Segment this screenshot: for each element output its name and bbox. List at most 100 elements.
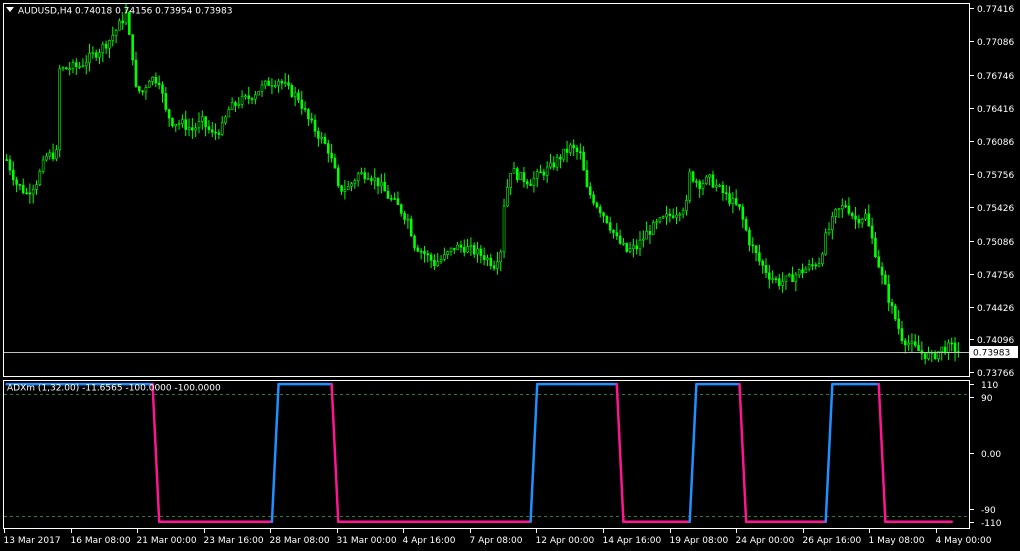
candle-body — [38, 171, 42, 185]
candle-body — [850, 213, 854, 217]
candle-body — [207, 126, 211, 131]
candle-body — [880, 266, 884, 276]
price-tick-label: 0.75426 — [977, 204, 1014, 214]
candle-body — [582, 151, 585, 171]
candle-body — [897, 318, 900, 329]
adx-segment — [615, 382, 625, 523]
adx-lines-group — [5, 382, 953, 523]
candle-body — [648, 231, 652, 235]
candle-body — [854, 215, 857, 220]
candle-body — [41, 159, 45, 172]
candle-body — [214, 131, 217, 134]
candle-body — [453, 247, 456, 250]
candle-body — [230, 102, 234, 110]
candle-body — [340, 185, 343, 192]
candle-body — [28, 192, 32, 195]
candle-body — [535, 171, 539, 179]
candle-body — [608, 222, 612, 231]
chart-canvas: 0.73983 AUDUSD,H4 0.74018 0.74156 0.7395… — [3, 3, 1018, 546]
candle-body — [184, 119, 188, 130]
candle-body — [419, 250, 423, 253]
candle-body — [867, 213, 871, 227]
candle-body — [171, 117, 174, 127]
indicator-tick-label: -90 — [981, 506, 996, 516]
candle-body — [297, 92, 300, 101]
candle-body — [194, 127, 197, 131]
adx-segment — [877, 382, 887, 523]
candle-body — [210, 129, 214, 133]
time-axis: 13 Mar 2017 16 Mar 08:00 21 Mar 00:00 23 Ma… — [4, 529, 992, 546]
candle-body — [575, 147, 579, 152]
candle-body — [751, 244, 755, 247]
candle-body — [661, 216, 665, 219]
candle-body — [522, 172, 526, 182]
candle-body — [900, 328, 904, 341]
candle-body — [519, 172, 522, 180]
candle-body — [724, 192, 728, 195]
time-tick-label: 4 Apr 16:00 — [403, 536, 456, 546]
time-tick-label: 24 Apr 00:00 — [736, 536, 795, 546]
candle-body — [499, 251, 503, 263]
candle-body — [549, 162, 552, 168]
candle-body — [48, 152, 52, 157]
time-tick-label: 4 May 00:00 — [936, 536, 992, 546]
candle-body — [373, 177, 377, 181]
price-tick-label: 0.74426 — [977, 304, 1014, 314]
candle-body — [814, 264, 818, 267]
triangle-down-icon[interactable] — [6, 7, 14, 12]
candle-body — [890, 302, 894, 307]
candle-body — [164, 93, 168, 110]
candle-body — [250, 98, 254, 100]
indicator-tick-label: 110 — [981, 381, 998, 391]
candle-body — [532, 177, 536, 186]
candle-body — [602, 212, 605, 217]
candle-body — [539, 171, 542, 174]
candle-body — [8, 159, 12, 171]
candle-body — [423, 250, 426, 255]
candle-body — [870, 225, 874, 239]
candle-body — [293, 92, 297, 97]
candle-body — [741, 206, 745, 220]
candle-body — [45, 155, 48, 161]
candle-body — [429, 254, 433, 261]
candle-body — [632, 245, 635, 249]
candle-body — [283, 82, 287, 84]
candle-body — [154, 76, 158, 84]
candle-body — [197, 121, 201, 129]
candle-body — [721, 185, 725, 194]
candle-body — [738, 204, 741, 208]
candle-body — [492, 265, 496, 269]
candle-body — [167, 109, 171, 119]
candle-body — [933, 352, 937, 359]
time-tick-label: 31 Mar 00:00 — [337, 536, 397, 546]
candle-body — [21, 184, 25, 194]
time-tick-label: 21 Mar 00:00 — [137, 536, 197, 546]
candle-body — [811, 264, 814, 266]
candle-body — [366, 178, 370, 180]
candle-body — [685, 200, 688, 211]
candle-body — [864, 213, 867, 220]
candle-body — [797, 269, 801, 276]
time-tick-label: 19 Apr 08:00 — [670, 536, 729, 546]
indicator-axis: 110 90 0.00 -90 -110 — [969, 381, 1002, 529]
candle-body — [426, 253, 430, 256]
candle-body — [884, 274, 887, 285]
candle-body — [61, 67, 65, 70]
price-tick-label: 0.74756 — [977, 271, 1014, 281]
adx-segment — [738, 382, 748, 523]
candle-body — [151, 76, 154, 82]
candle-body — [579, 151, 582, 153]
candle-body — [472, 245, 476, 255]
candle-body — [416, 247, 420, 252]
price-tick-label: 0.77416 — [977, 5, 1014, 15]
candle-body — [88, 52, 91, 64]
candle-body — [847, 205, 851, 214]
candle-body — [78, 66, 81, 68]
candle-body — [396, 198, 400, 205]
candle-body — [671, 215, 675, 218]
symbol-timeframe: AUDUSD,H4 — [18, 7, 73, 17]
candle-body — [260, 84, 264, 92]
candle-body — [114, 29, 118, 36]
price-tick-label: 0.76416 — [977, 105, 1014, 115]
candle-body — [336, 167, 340, 186]
